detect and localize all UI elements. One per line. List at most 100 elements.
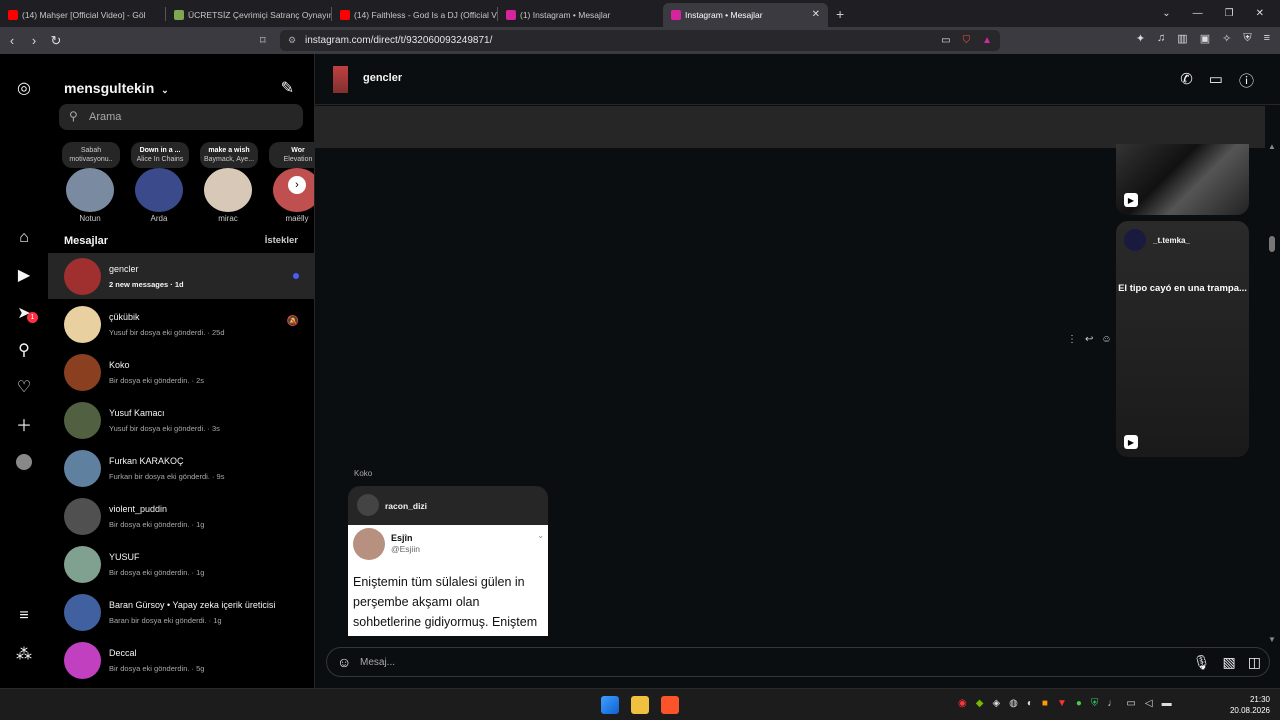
tray-app-icon[interactable]: ■ (1042, 698, 1048, 709)
forward-icon[interactable]: › (24, 33, 44, 48)
phone-icon[interactable]: ✆ (1180, 70, 1193, 91)
sticker-icon[interactable]: ◫ (1248, 654, 1261, 671)
also-from-meta-icon[interactable]: ⁂ (14, 644, 34, 664)
bookmark-icon[interactable]: ⌑ (260, 34, 266, 47)
message-input[interactable]: Mesaj... (360, 657, 395, 668)
chevron-down-icon: ⌄ (161, 85, 169, 95)
volume-icon[interactable]: ◁ (1145, 698, 1153, 709)
restore-button[interactable]: ❐ (1225, 8, 1234, 19)
conversation-row[interactable]: Yusuf Kamacı Yusuf bir dosya eki gönderdi… (48, 397, 314, 443)
avatar (64, 306, 101, 343)
conversation-row[interactable]: Koko Bir dosya eki gönderdin. · 2s (48, 349, 314, 395)
home-icon[interactable]: ⌂ (14, 228, 34, 248)
requests-link[interactable]: İstekler (265, 235, 298, 246)
profile-avatar[interactable] (14, 452, 34, 472)
compose-icon[interactable]: ✎ (281, 78, 294, 98)
conversation-row[interactable]: Baran Gürsoy • Yapay zeka içerik üretici… (48, 589, 314, 635)
emoji-icon[interactable]: ☺ (337, 654, 351, 670)
battery-icon[interactable]: ▬ (1162, 698, 1172, 709)
username-label: mensgultekin (64, 80, 155, 96)
file-explorer-icon[interactable] (631, 696, 649, 714)
network-icon[interactable]: ▭ (1126, 698, 1135, 709)
shared-reel-card[interactable]: _t.temka_ El tipo cayó en una trampa... … (1116, 221, 1249, 457)
conversation-row[interactable]: Furkan KARAKOÇ Furkan bir dosya eki gönde… (48, 445, 314, 491)
back-icon[interactable]: ‹ (2, 33, 22, 48)
browser-tab-2[interactable]: ÜCRETSİZ Çevrimiçi Satranç Oynayın (166, 3, 331, 27)
shared-post-card[interactable]: racon_dizi Esjîn @Esjiin ⌄ Eniştemin tüm… (348, 486, 548, 636)
tab-bar: (14) Mahşer [Official Video] - Göl ÜCRET… (0, 0, 1280, 27)
sidebar-toggle-icon[interactable]: ▥ (1177, 32, 1187, 45)
media-icon[interactable]: ♫ (1157, 32, 1165, 45)
info-icon[interactable]: ⓘ (1239, 70, 1254, 91)
windows-start-icon[interactable] (601, 696, 619, 714)
tray-app-icon[interactable]: ▼ (1057, 698, 1067, 709)
site-info-icon[interactable]: ⚙ (288, 35, 296, 46)
brave-shield-icon[interactable]: ⛉ (963, 35, 971, 46)
chat-scrollbar[interactable]: ▲ ▼ (1266, 142, 1280, 644)
conversation-row[interactable]: gencler 2 new messages · 1d (48, 253, 314, 299)
note-name: maëlly (285, 214, 309, 223)
shared-reel-thumbnail[interactable]: ▶ (1116, 144, 1249, 215)
brave-rewards-icon[interactable]: ▲ (982, 35, 992, 46)
close-tab-icon[interactable]: ✕ (812, 9, 820, 20)
new-tab-button[interactable]: + (836, 6, 844, 22)
tray-app-icon[interactable]: ◉ (958, 698, 967, 709)
search-icon[interactable]: ⚲ (14, 340, 34, 360)
video-call-icon[interactable]: ▭ (1209, 70, 1223, 91)
chat-avatar[interactable] (333, 66, 348, 93)
instagram-logo-icon[interactable]: ◎ (14, 78, 34, 98)
vpn-icon[interactable]: ⛨ (1243, 32, 1251, 45)
microphone-icon[interactable]: 🎙 (1193, 654, 1211, 671)
react-emoji-icon[interactable]: ☺ (1101, 334, 1111, 345)
scroll-down-icon[interactable]: ▼ (1268, 635, 1276, 644)
minimize-button[interactable]: — (1193, 8, 1203, 19)
extensions-icon[interactable]: ✦ (1136, 32, 1145, 45)
discord-icon[interactable]: ◍ (1009, 698, 1018, 709)
youtube-icon (340, 9, 350, 20)
close-window-button[interactable]: ✕ (1256, 8, 1264, 19)
microphone-icon[interactable]: ♩ (1107, 698, 1117, 709)
url-field[interactable]: ⌑ ⚙ instagram.com/direct/t/9320600932498… (260, 30, 1000, 51)
conversation-row[interactable]: YUSUF Bir dosya eki gönderdin. · 1g (48, 541, 314, 587)
heart-icon[interactable]: ♡ (14, 377, 34, 397)
avatar (204, 168, 252, 212)
tab-list-icon[interactable]: ⌄ (1162, 8, 1170, 19)
more-options-icon[interactable]: ⋮ (1067, 334, 1077, 345)
create-plus-icon[interactable]: ＋ (14, 414, 34, 435)
nvidia-icon[interactable]: ◆ (976, 698, 984, 709)
tab-label: Instagram • Mesajlar (685, 9, 763, 20)
browser-tab-4[interactable]: (1) Instagram • Mesajlar (498, 3, 663, 27)
tray-app-icon[interactable]: ● (1076, 698, 1082, 709)
reels-icon[interactable]: ▶ (14, 265, 34, 285)
chevron-right-icon[interactable]: › (288, 176, 306, 194)
tray-app-icon[interactable]: ◐ (1027, 698, 1033, 709)
browser-tab-5-active[interactable]: Instagram • Mesajlar ✕ (663, 2, 828, 27)
account-switcher[interactable]: mensgultekin ⌄ (64, 80, 169, 96)
search-input[interactable]: ⚲ Arama (59, 104, 303, 130)
brave-browser-icon[interactable] (661, 696, 679, 714)
reload-icon[interactable]: ↻ (46, 33, 66, 49)
wallet-icon[interactable]: ▣ (1200, 32, 1210, 45)
conversation-row[interactable]: çükübik Yusuf bir dosya eki gönderdi. · 2… (48, 301, 314, 347)
conversation-row[interactable]: Deccal Bir dosya eki gönderdin. · 5g (48, 637, 314, 683)
image-icon[interactable]: ▧ (1223, 654, 1236, 671)
conversation-row[interactable]: violent_puddin Bir dosya eki gönderdin. ·… (48, 493, 314, 539)
scroll-up-icon[interactable]: ▲ (1268, 142, 1276, 151)
note-text: Down in a ... (139, 147, 181, 154)
message-composer[interactable]: ☺ Mesaj... 🎙 ▧ ◫ (326, 647, 1270, 677)
shield-icon[interactable]: ⛨ (1091, 698, 1099, 709)
tab-label: (1) Instagram • Mesajlar (520, 9, 611, 20)
scrollbar-thumb[interactable] (1269, 236, 1275, 252)
chat-title[interactable]: gencler (363, 72, 402, 84)
tray-app-icon[interactable]: ◈ (992, 698, 1000, 709)
cast-icon[interactable]: ▭ (941, 35, 950, 46)
system-clock[interactable]: 21:30 20.08.2026 (1230, 694, 1270, 716)
browser-tab-3[interactable]: (14) Faithless - God Is a DJ (Official V (332, 3, 497, 27)
note-bubble: make a wish Baymack, Aye... (200, 142, 258, 168)
reply-icon[interactable]: ↩ (1085, 334, 1093, 345)
leo-ai-icon[interactable]: ✧ (1222, 32, 1231, 45)
more-menu-icon[interactable]: ≡ (14, 606, 34, 626)
menu-icon[interactable]: ≡ (1264, 32, 1270, 45)
conversation-preview: Bir dosya eki gönderdin. · 5g (109, 664, 205, 673)
browser-tab-1[interactable]: (14) Mahşer [Official Video] - Göl (0, 3, 165, 27)
